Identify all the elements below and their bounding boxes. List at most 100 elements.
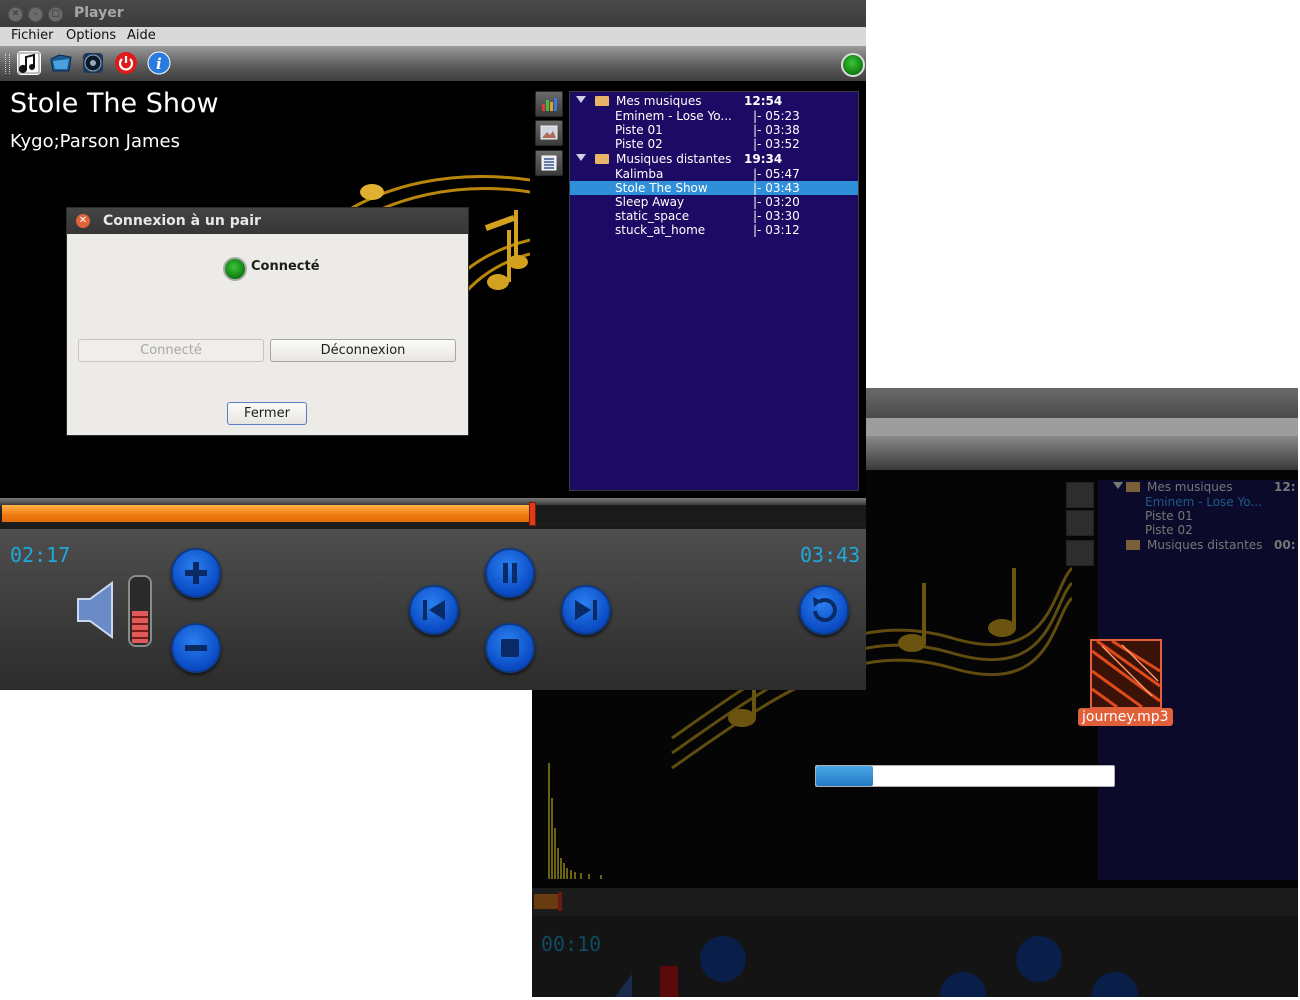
folder-total-duration: 12:54 bbox=[744, 94, 783, 108]
playlist-tree[interactable]: Mes musiques 12:54 Eminem - Lose Yo... |… bbox=[569, 91, 859, 491]
connection-status-text: Connecté bbox=[251, 259, 320, 274]
previous-track-button[interactable] bbox=[409, 585, 459, 635]
repeat-button[interactable] bbox=[799, 585, 849, 635]
playlist-track[interactable]: Piste 01 |- 03:38 bbox=[570, 123, 858, 137]
background-image-button bbox=[1066, 510, 1094, 536]
volume-level-fill bbox=[132, 611, 148, 643]
now-playing-title: Stole The Show bbox=[10, 88, 219, 119]
music-note-icon[interactable] bbox=[17, 51, 41, 75]
connection-status-icon bbox=[841, 53, 865, 77]
playlist-track[interactable]: Kalimba |- 05:47 bbox=[570, 167, 858, 181]
menu-aide[interactable]: Aide bbox=[127, 28, 156, 43]
background-folder-name: Mes musiques bbox=[1147, 480, 1233, 494]
playlist-track-selected[interactable]: Stole The Show |- 03:43 bbox=[570, 181, 858, 195]
dialog-close-icon[interactable]: ✕ bbox=[76, 214, 90, 228]
disconnect-button[interactable]: Déconnexion bbox=[270, 339, 456, 362]
track-duration: |- 05:47 bbox=[753, 167, 800, 181]
now-playing-artist: Kygo;Parson James bbox=[10, 131, 180, 152]
dialog-title: Connexion à un pair bbox=[103, 213, 261, 229]
background-list-button bbox=[1066, 540, 1094, 566]
close-window-icon[interactable]: ✕ bbox=[8, 7, 23, 22]
track-name: Kalimba bbox=[615, 167, 664, 181]
menu-fichier[interactable]: Fichier bbox=[11, 28, 54, 43]
next-icon bbox=[575, 600, 597, 620]
menu-options[interactable]: Options bbox=[66, 28, 116, 43]
pause-button[interactable] bbox=[485, 548, 535, 598]
playlist-track[interactable]: Piste 02 |- 03:52 bbox=[570, 137, 858, 151]
playlist-track[interactable]: static_space |- 03:30 bbox=[570, 209, 858, 223]
track-name: Sleep Away bbox=[615, 195, 685, 209]
playlist-folder[interactable]: Musiques distantes 19:34 bbox=[570, 152, 858, 166]
journey-mp3-file-icon[interactable] bbox=[1090, 639, 1162, 709]
titlebar: ✕ – □ Player bbox=[0, 0, 866, 27]
folder-name: Mes musiques bbox=[616, 94, 702, 108]
background-next-icon bbox=[1092, 972, 1138, 997]
track-duration: |- 03:52 bbox=[753, 137, 800, 151]
expand-arrow-icon[interactable] bbox=[576, 96, 586, 103]
connected-status-icon bbox=[223, 257, 247, 281]
playlist-track[interactable]: Sleep Away |- 03:20 bbox=[570, 195, 858, 209]
image-view-button[interactable] bbox=[535, 120, 563, 146]
toolbar: i bbox=[0, 46, 866, 81]
track-name: stuck_at_home bbox=[615, 223, 706, 237]
track-duration: |- 03:12 bbox=[753, 223, 800, 237]
track-name: Piste 02 bbox=[615, 137, 663, 151]
background-folder-name: Musiques distantes bbox=[1147, 538, 1263, 552]
background-elapsed-time: 00:10 bbox=[541, 932, 602, 956]
playlist-track[interactable]: stuck_at_home |- 03:12 bbox=[570, 223, 858, 237]
svg-text:i: i bbox=[156, 55, 162, 73]
background-volume-meter bbox=[660, 966, 678, 997]
image-icon bbox=[540, 125, 558, 140]
background-previous-icon bbox=[940, 972, 986, 997]
volume-up-button[interactable] bbox=[171, 548, 221, 598]
background-track: Piste 01 bbox=[1145, 509, 1193, 523]
background-seekbar bbox=[532, 888, 1298, 916]
seek-handle[interactable] bbox=[529, 502, 536, 526]
track-duration: |- 03:38 bbox=[753, 123, 800, 137]
background-track: Eminem - Lose Yo... bbox=[1145, 495, 1262, 509]
folder-icon bbox=[595, 154, 609, 164]
previous-icon bbox=[423, 600, 445, 620]
playlist-view-button[interactable] bbox=[535, 150, 563, 176]
track-duration: |- 03:43 bbox=[753, 181, 800, 195]
playlist-folder[interactable]: Mes musiques 12:54 bbox=[570, 94, 858, 108]
maximize-window-icon[interactable]: □ bbox=[48, 7, 63, 22]
background-play-icon bbox=[1016, 936, 1062, 982]
background-folder-total: 00: bbox=[1274, 538, 1296, 552]
toolbar-grip bbox=[5, 54, 10, 74]
folder-icon bbox=[595, 96, 609, 106]
equalizer-button[interactable] bbox=[535, 91, 563, 117]
track-duration: |- 03:30 bbox=[753, 209, 800, 223]
playlist-track[interactable]: Eminem - Lose Yo... |- 05:23 bbox=[570, 109, 858, 123]
repeat-icon bbox=[813, 597, 837, 622]
track-name: Piste 01 bbox=[615, 123, 663, 137]
stop-button[interactable] bbox=[485, 623, 535, 673]
connect-button: Connecté bbox=[78, 339, 264, 362]
total-time: 03:43 bbox=[800, 543, 861, 567]
folder-name: Musiques distantes bbox=[616, 152, 732, 166]
stop-icon bbox=[501, 639, 519, 657]
volume-meter[interactable] bbox=[128, 575, 152, 647]
open-folder-icon[interactable] bbox=[49, 51, 73, 75]
track-duration: |- 03:20 bbox=[753, 195, 800, 209]
transfer-progress-fill bbox=[816, 766, 873, 786]
equalizer-icon bbox=[542, 98, 557, 111]
speaker-icon[interactable] bbox=[76, 581, 116, 639]
expand-arrow-icon[interactable] bbox=[576, 154, 586, 161]
journey-mp3-file-label[interactable]: journey.mp3 bbox=[1078, 708, 1173, 726]
background-controls: 00:10 bbox=[532, 916, 1298, 997]
speaker-disc-icon[interactable] bbox=[81, 51, 105, 75]
next-track-button[interactable] bbox=[561, 585, 611, 635]
background-folder-total: 12: bbox=[1274, 480, 1296, 494]
volume-down-button[interactable] bbox=[171, 623, 221, 673]
minus-icon bbox=[185, 645, 207, 651]
power-icon[interactable] bbox=[114, 51, 138, 75]
track-name: Stole The Show bbox=[615, 181, 708, 195]
info-icon[interactable]: i bbox=[147, 51, 171, 75]
minimize-window-icon[interactable]: – bbox=[28, 7, 43, 22]
track-duration: |- 05:23 bbox=[753, 109, 800, 123]
close-button[interactable]: Fermer bbox=[227, 402, 307, 425]
background-equalizer-button bbox=[1066, 482, 1094, 508]
background-track: Piste 02 bbox=[1145, 523, 1193, 537]
peer-connection-dialog: ✕ Connexion à un pair Connecté Connecté … bbox=[66, 207, 469, 436]
